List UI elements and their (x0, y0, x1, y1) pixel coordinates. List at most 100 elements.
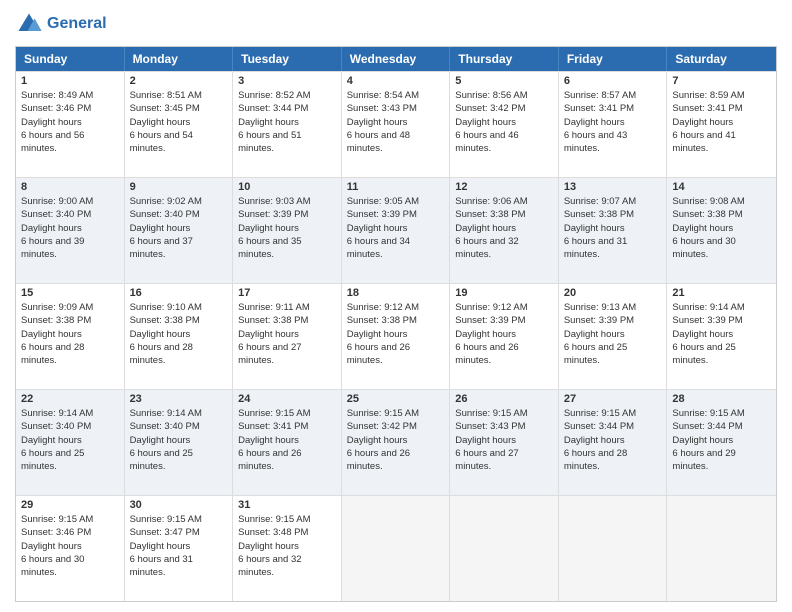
cell-content: Sunrise: 8:57 AM Sunset: 3:41 PM Dayligh… (564, 89, 662, 155)
day-cell-28: 28 Sunrise: 9:15 AM Sunset: 3:44 PM Dayl… (667, 390, 776, 495)
day-number: 23 (130, 393, 228, 405)
cell-content: Sunrise: 9:13 AM Sunset: 3:39 PM Dayligh… (564, 301, 662, 367)
day-number: 21 (672, 287, 771, 299)
day-number: 7 (672, 75, 771, 87)
cell-content: Sunrise: 9:14 AM Sunset: 3:39 PM Dayligh… (672, 301, 771, 367)
day-number: 29 (21, 499, 119, 511)
day-number: 9 (130, 181, 228, 193)
calendar: SundayMondayTuesdayWednesdayThursdayFrid… (15, 46, 777, 602)
day-cell-5: 5 Sunrise: 8:56 AM Sunset: 3:42 PM Dayli… (450, 72, 559, 177)
day-number: 20 (564, 287, 662, 299)
day-number: 25 (347, 393, 445, 405)
calendar-row: 29 Sunrise: 9:15 AM Sunset: 3:46 PM Dayl… (16, 495, 776, 601)
page: General SundayMondayTuesdayWednesdayThur… (0, 0, 792, 612)
calendar-row: 15 Sunrise: 9:09 AM Sunset: 3:38 PM Dayl… (16, 283, 776, 389)
day-number: 2 (130, 75, 228, 87)
cell-content: Sunrise: 9:00 AM Sunset: 3:40 PM Dayligh… (21, 195, 119, 261)
day-cell-31: 31 Sunrise: 9:15 AM Sunset: 3:48 PM Dayl… (233, 496, 342, 601)
day-number: 31 (238, 499, 336, 511)
calendar-body: 1 Sunrise: 8:49 AM Sunset: 3:46 PM Dayli… (16, 71, 776, 601)
cell-content: Sunrise: 9:05 AM Sunset: 3:39 PM Dayligh… (347, 195, 445, 261)
cell-content: Sunrise: 9:12 AM Sunset: 3:39 PM Dayligh… (455, 301, 553, 367)
logo-icon (15, 10, 43, 38)
cell-content: Sunrise: 9:06 AM Sunset: 3:38 PM Dayligh… (455, 195, 553, 261)
day-cell-21: 21 Sunrise: 9:14 AM Sunset: 3:39 PM Dayl… (667, 284, 776, 389)
day-header-thursday: Thursday (450, 47, 559, 71)
day-number: 12 (455, 181, 553, 193)
day-number: 1 (21, 75, 119, 87)
day-cell-14: 14 Sunrise: 9:08 AM Sunset: 3:38 PM Dayl… (667, 178, 776, 283)
day-cell-2: 2 Sunrise: 8:51 AM Sunset: 3:45 PM Dayli… (125, 72, 234, 177)
day-number: 5 (455, 75, 553, 87)
day-cell-9: 9 Sunrise: 9:02 AM Sunset: 3:40 PM Dayli… (125, 178, 234, 283)
day-cell-4: 4 Sunrise: 8:54 AM Sunset: 3:43 PM Dayli… (342, 72, 451, 177)
day-number: 8 (21, 181, 119, 193)
cell-content: Sunrise: 9:15 AM Sunset: 3:44 PM Dayligh… (564, 407, 662, 473)
day-number: 27 (564, 393, 662, 405)
day-cell-17: 17 Sunrise: 9:11 AM Sunset: 3:38 PM Dayl… (233, 284, 342, 389)
day-number: 28 (672, 393, 771, 405)
cell-content: Sunrise: 8:52 AM Sunset: 3:44 PM Dayligh… (238, 89, 336, 155)
day-number: 17 (238, 287, 336, 299)
cell-content: Sunrise: 9:15 AM Sunset: 3:46 PM Dayligh… (21, 513, 119, 579)
day-number: 24 (238, 393, 336, 405)
cell-content: Sunrise: 9:15 AM Sunset: 3:41 PM Dayligh… (238, 407, 336, 473)
cell-content: Sunrise: 9:14 AM Sunset: 3:40 PM Dayligh… (21, 407, 119, 473)
day-number: 3 (238, 75, 336, 87)
day-number: 14 (672, 181, 771, 193)
calendar-header: SundayMondayTuesdayWednesdayThursdayFrid… (16, 47, 776, 71)
cell-content: Sunrise: 9:03 AM Sunset: 3:39 PM Dayligh… (238, 195, 336, 261)
cell-content: Sunrise: 8:51 AM Sunset: 3:45 PM Dayligh… (130, 89, 228, 155)
day-cell-12: 12 Sunrise: 9:06 AM Sunset: 3:38 PM Dayl… (450, 178, 559, 283)
day-cell-27: 27 Sunrise: 9:15 AM Sunset: 3:44 PM Dayl… (559, 390, 668, 495)
day-cell-19: 19 Sunrise: 9:12 AM Sunset: 3:39 PM Dayl… (450, 284, 559, 389)
day-number: 6 (564, 75, 662, 87)
day-cell-25: 25 Sunrise: 9:15 AM Sunset: 3:42 PM Dayl… (342, 390, 451, 495)
cell-content: Sunrise: 9:08 AM Sunset: 3:38 PM Dayligh… (672, 195, 771, 261)
day-header-tuesday: Tuesday (233, 47, 342, 71)
day-cell-26: 26 Sunrise: 9:15 AM Sunset: 3:43 PM Dayl… (450, 390, 559, 495)
empty-cell (667, 496, 776, 601)
day-cell-16: 16 Sunrise: 9:10 AM Sunset: 3:38 PM Dayl… (125, 284, 234, 389)
day-cell-1: 1 Sunrise: 8:49 AM Sunset: 3:46 PM Dayli… (16, 72, 125, 177)
day-cell-6: 6 Sunrise: 8:57 AM Sunset: 3:41 PM Dayli… (559, 72, 668, 177)
day-number: 16 (130, 287, 228, 299)
empty-cell (342, 496, 451, 601)
logo-text: General (47, 15, 107, 33)
day-header-monday: Monday (125, 47, 234, 71)
calendar-row: 8 Sunrise: 9:00 AM Sunset: 3:40 PM Dayli… (16, 177, 776, 283)
cell-content: Sunrise: 9:15 AM Sunset: 3:44 PM Dayligh… (672, 407, 771, 473)
day-cell-10: 10 Sunrise: 9:03 AM Sunset: 3:39 PM Dayl… (233, 178, 342, 283)
cell-content: Sunrise: 8:59 AM Sunset: 3:41 PM Dayligh… (672, 89, 771, 155)
day-cell-15: 15 Sunrise: 9:09 AM Sunset: 3:38 PM Dayl… (16, 284, 125, 389)
day-cell-22: 22 Sunrise: 9:14 AM Sunset: 3:40 PM Dayl… (16, 390, 125, 495)
calendar-row: 22 Sunrise: 9:14 AM Sunset: 3:40 PM Dayl… (16, 389, 776, 495)
cell-content: Sunrise: 9:15 AM Sunset: 3:43 PM Dayligh… (455, 407, 553, 473)
header: General (15, 10, 777, 38)
cell-content: Sunrise: 9:15 AM Sunset: 3:42 PM Dayligh… (347, 407, 445, 473)
day-cell-18: 18 Sunrise: 9:12 AM Sunset: 3:38 PM Dayl… (342, 284, 451, 389)
day-cell-30: 30 Sunrise: 9:15 AM Sunset: 3:47 PM Dayl… (125, 496, 234, 601)
day-header-saturday: Saturday (667, 47, 776, 71)
empty-cell (450, 496, 559, 601)
day-cell-29: 29 Sunrise: 9:15 AM Sunset: 3:46 PM Dayl… (16, 496, 125, 601)
day-number: 13 (564, 181, 662, 193)
cell-content: Sunrise: 9:02 AM Sunset: 3:40 PM Dayligh… (130, 195, 228, 261)
cell-content: Sunrise: 9:07 AM Sunset: 3:38 PM Dayligh… (564, 195, 662, 261)
day-number: 26 (455, 393, 553, 405)
day-number: 30 (130, 499, 228, 511)
day-cell-13: 13 Sunrise: 9:07 AM Sunset: 3:38 PM Dayl… (559, 178, 668, 283)
day-number: 18 (347, 287, 445, 299)
day-header-friday: Friday (559, 47, 668, 71)
cell-content: Sunrise: 9:14 AM Sunset: 3:40 PM Dayligh… (130, 407, 228, 473)
day-number: 11 (347, 181, 445, 193)
day-number: 15 (21, 287, 119, 299)
day-cell-3: 3 Sunrise: 8:52 AM Sunset: 3:44 PM Dayli… (233, 72, 342, 177)
cell-content: Sunrise: 8:56 AM Sunset: 3:42 PM Dayligh… (455, 89, 553, 155)
day-number: 19 (455, 287, 553, 299)
day-cell-20: 20 Sunrise: 9:13 AM Sunset: 3:39 PM Dayl… (559, 284, 668, 389)
cell-content: Sunrise: 9:11 AM Sunset: 3:38 PM Dayligh… (238, 301, 336, 367)
cell-content: Sunrise: 8:54 AM Sunset: 3:43 PM Dayligh… (347, 89, 445, 155)
day-number: 22 (21, 393, 119, 405)
empty-cell (559, 496, 668, 601)
